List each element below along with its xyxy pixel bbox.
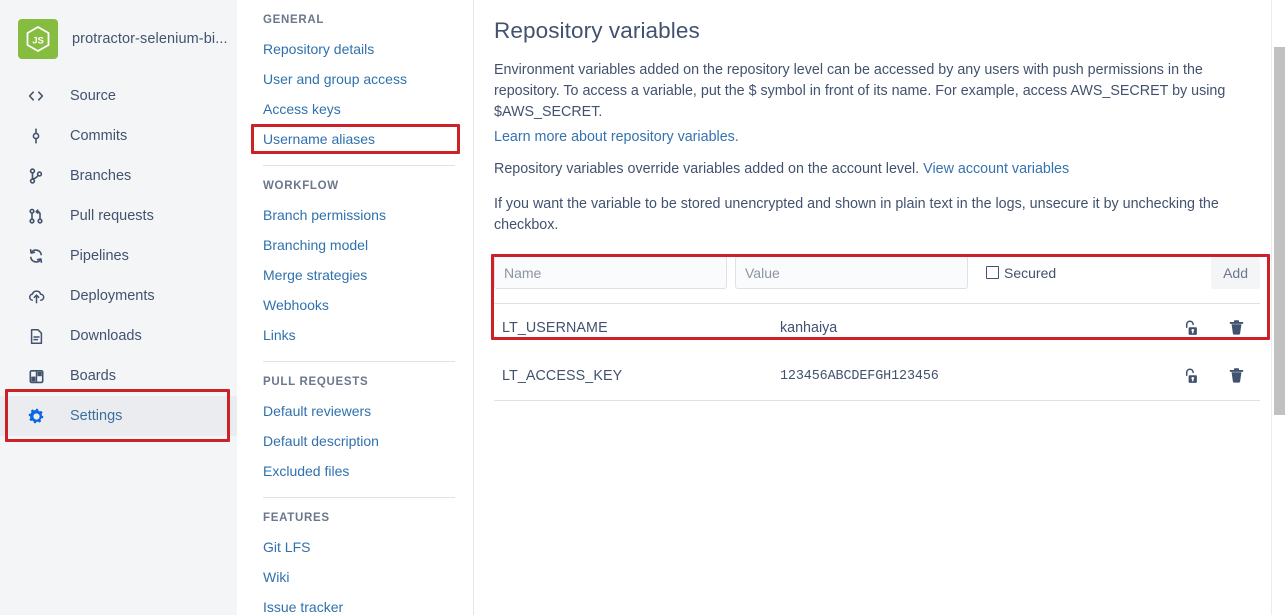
subnav-section-title-workflow: WORKFLOW <box>263 180 455 192</box>
subnav-link-links[interactable]: Links <box>263 320 455 350</box>
add-button[interactable]: Add <box>1211 257 1260 289</box>
sidebar-item-label: Downloads <box>70 328 142 344</box>
page-title: Repository variables <box>494 18 1260 44</box>
secured-checkbox[interactable]: Secured <box>986 265 1056 281</box>
sidebar-item-settings[interactable]: Settings <box>0 396 237 436</box>
subnav-link-default-reviewers[interactable]: Default reviewers <box>263 396 455 426</box>
row-actions <box>1180 318 1252 338</box>
nodejs-js-hexagon-icon: JS <box>18 19 58 59</box>
override-paragraph: Repository variables override variables … <box>494 159 1260 180</box>
subnav-link-issue-tracker[interactable]: Issue tracker <box>263 592 455 615</box>
add-variable-form: Secured Add <box>494 256 1260 304</box>
subnav-section-title-features: FEATURES <box>263 512 455 524</box>
sidebar-item-label: Pull requests <box>70 208 154 224</box>
sidebar-item-deployments[interactable]: Deployments <box>0 276 237 316</box>
unlocked-padlock-icon[interactable] <box>1180 366 1200 386</box>
trash-icon[interactable] <box>1226 318 1246 338</box>
pipeline-refresh-icon <box>24 244 48 268</box>
sidebar-item-pipelines[interactable]: Pipelines <box>0 236 237 276</box>
subnav-link-branch-permissions[interactable]: Branch permissions <box>263 200 455 230</box>
sidebar-item-source[interactable]: Source <box>0 76 237 116</box>
primary-nav: Source Commits Branches <box>0 76 237 436</box>
main-content: Repository variables Environment variabl… <box>474 0 1286 615</box>
subnav-divider <box>263 497 455 498</box>
subnav-section-title-general: GENERAL <box>263 14 455 26</box>
repository-header[interactable]: JS protractor-selenium-bi... <box>0 16 237 62</box>
app-window: JS protractor-selenium-bi... Source <box>0 0 1286 615</box>
trash-icon[interactable] <box>1226 366 1246 386</box>
variable-value: kanhaiya <box>780 320 1180 336</box>
scrollbar-thumb[interactable] <box>1274 47 1285 415</box>
subnav-link-git-lfs[interactable]: Git LFS <box>263 532 455 562</box>
subnav-link-branching-model[interactable]: Branching model <box>263 230 455 260</box>
subnav-link-webhooks[interactable]: Webhooks <box>263 290 455 320</box>
subnav-link-default-description[interactable]: Default description <box>263 426 455 456</box>
table-row[interactable]: LT_USERNAME kanhaiya <box>494 304 1260 352</box>
sidebar-item-branches[interactable]: Branches <box>0 156 237 196</box>
secured-label: Secured <box>1004 265 1056 281</box>
code-brackets-icon <box>24 84 48 108</box>
settings-subnav: GENERAL Repository details User and grou… <box>237 0 474 615</box>
branch-icon <box>24 164 48 188</box>
sidebar-item-label: Boards <box>70 368 116 384</box>
cloud-upload-icon <box>24 284 48 308</box>
subnav-divider <box>263 165 455 166</box>
intro-paragraph: Environment variables added on the repos… <box>494 60 1260 123</box>
variable-value-input[interactable] <box>735 256 968 289</box>
boards-icon <box>24 364 48 388</box>
override-text: Repository variables override variables … <box>494 161 919 177</box>
variable-name-input[interactable] <box>494 256 727 289</box>
sidebar-item-label: Pipelines <box>70 248 129 264</box>
sidebar-item-downloads[interactable]: Downloads <box>0 316 237 356</box>
subnav-divider <box>263 361 455 362</box>
subnav-link-excluded-files[interactable]: Excluded files <box>263 456 455 486</box>
subnav-link-merge-strategies[interactable]: Merge strategies <box>263 260 455 290</box>
variable-name: LT_USERNAME <box>502 320 780 336</box>
sidebar-item-pull-requests[interactable]: Pull requests <box>0 196 237 236</box>
sidebar-item-boards[interactable]: Boards <box>0 356 237 396</box>
subnav-link-repository-details[interactable]: Repository details <box>263 34 455 64</box>
unlocked-padlock-icon[interactable] <box>1180 318 1200 338</box>
pull-request-icon <box>24 204 48 228</box>
checkbox-box-icon[interactable] <box>986 266 999 279</box>
left-sidebar: JS protractor-selenium-bi... Source <box>0 0 237 615</box>
view-account-variables-link[interactable]: View account variables <box>923 161 1069 177</box>
gear-icon <box>24 404 48 428</box>
subnav-section-title-pull-requests: PULL REQUESTS <box>263 376 455 388</box>
learn-more-link[interactable]: Learn more about repository variables. <box>494 129 1260 145</box>
sidebar-item-label: Settings <box>70 408 122 424</box>
unencrypted-paragraph: If you want the variable to be stored un… <box>494 194 1260 236</box>
sidebar-item-label: Source <box>70 88 116 104</box>
subnav-link-wiki[interactable]: Wiki <box>263 562 455 592</box>
document-icon <box>24 324 48 348</box>
table-row[interactable]: LT_ACCESS_KEY 123456ABCDEFGH123456 <box>494 352 1260 400</box>
page-scrollbar[interactable] <box>1271 0 1286 615</box>
repository-name: protractor-selenium-bi... <box>72 31 227 47</box>
commit-icon <box>24 124 48 148</box>
variable-value: 123456ABCDEFGH123456 <box>780 369 1180 384</box>
variable-name: LT_ACCESS_KEY <box>502 368 780 384</box>
svg-text:JS: JS <box>32 35 44 46</box>
sidebar-item-label: Deployments <box>70 288 155 304</box>
subnav-link-user-and-group-access[interactable]: User and group access <box>263 64 455 94</box>
sidebar-item-label: Branches <box>70 168 131 184</box>
subnav-link-access-keys[interactable]: Access keys <box>263 94 455 124</box>
sidebar-item-commits[interactable]: Commits <box>0 116 237 156</box>
sidebar-item-label: Commits <box>70 128 127 144</box>
variables-table: LT_USERNAME kanhaiya <box>494 304 1260 401</box>
row-actions <box>1180 366 1252 386</box>
subnav-link-username-aliases[interactable]: Username aliases <box>263 124 455 154</box>
